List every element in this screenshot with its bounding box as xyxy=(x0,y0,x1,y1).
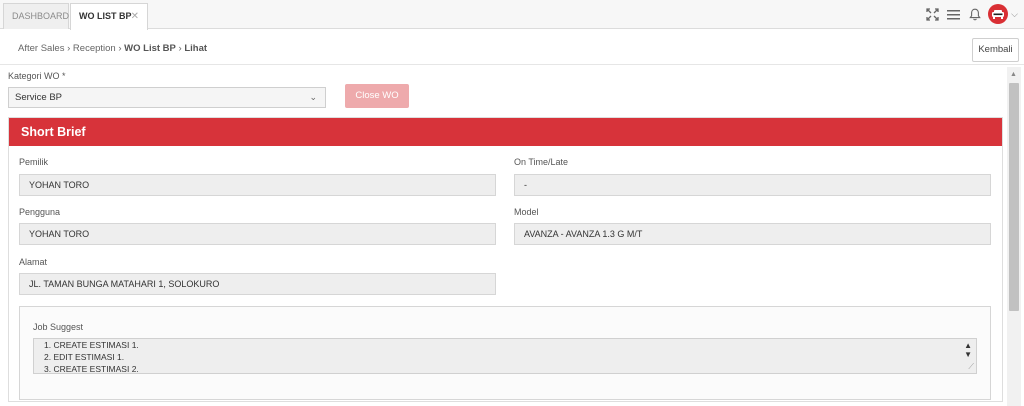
kategori-wo-value: Service BP xyxy=(15,92,62,103)
job-suggest-line: 1. CREATE ESTIMASI 1. xyxy=(44,340,139,350)
textarea-spinner-icon[interactable]: ▲ ▼ xyxy=(964,341,972,359)
kembali-button[interactable]: Kembali xyxy=(972,38,1019,62)
tab-close-icon[interactable]: ✕ xyxy=(131,4,139,29)
alamat-field: JL. TAMAN BUNGA MATAHARI 1, SOLOKURO xyxy=(19,273,496,295)
top-tab-bar: DASHBOARD WO LIST BP ✕ ⌵ xyxy=(0,0,1024,30)
panel-title: Short Brief xyxy=(9,118,1002,146)
chevron-down-icon: ⌄ xyxy=(309,92,317,102)
job-suggest-line: 3. CREATE ESTIMASI 2. xyxy=(44,364,139,374)
breadcrumb: After Sales › Reception › WO List BP › L… xyxy=(18,43,207,54)
car-avatar-icon[interactable] xyxy=(988,4,1009,24)
top-icon-group: ⌵ xyxy=(925,3,1018,25)
tab-wo-list-bp-label: WO LIST BP xyxy=(79,11,132,21)
ontime-label: On Time/Late xyxy=(514,157,569,167)
ontime-field: - xyxy=(514,174,991,196)
breadcrumb-item-wo-list-bp[interactable]: WO List BP xyxy=(124,43,176,54)
alamat-label: Alamat xyxy=(19,257,48,267)
pemilik-field: YOHAN TORO xyxy=(19,174,496,196)
breadcrumb-separator-icon: › xyxy=(118,43,122,54)
job-suggest-label: Job Suggest xyxy=(33,322,84,332)
kategori-wo-select[interactable]: Service BP ⌄ xyxy=(8,87,326,108)
tab-dashboard[interactable]: DASHBOARD xyxy=(3,3,69,29)
bell-icon[interactable] xyxy=(967,7,982,22)
chevron-down-icon[interactable]: ⌵ xyxy=(1011,9,1018,20)
pengguna-label: Pengguna xyxy=(19,207,61,217)
close-wo-button[interactable]: Close WO xyxy=(345,84,409,108)
tab-wo-list-bp[interactable]: WO LIST BP ✕ xyxy=(70,3,148,30)
breadcrumb-item-lihat: Lihat xyxy=(184,43,208,54)
breadcrumb-separator-icon: › xyxy=(178,43,182,54)
page-scrollbar[interactable]: ▲ xyxy=(1007,67,1021,406)
hamburger-menu-icon[interactable] xyxy=(946,7,961,22)
divider xyxy=(0,64,1024,65)
job-suggest-textarea[interactable]: 1. CREATE ESTIMASI 1. 2. EDIT ESTIMASI 1… xyxy=(33,338,977,374)
model-label: Model xyxy=(514,207,539,217)
job-suggest-line: 2. EDIT ESTIMASI 1. xyxy=(44,352,125,362)
pengguna-field: YOHAN TORO xyxy=(19,223,496,245)
model-field: AVANZA - AVANZA 1.3 G M/T xyxy=(514,223,991,245)
scroll-up-icon[interactable]: ▲ xyxy=(1010,71,1017,78)
pemilik-label: Pemilik xyxy=(19,157,49,167)
breadcrumb-separator-icon: › xyxy=(67,43,71,54)
breadcrumb-item-reception[interactable]: Reception xyxy=(73,43,116,54)
breadcrumb-item-after-sales[interactable]: After Sales xyxy=(18,43,64,54)
scroll-thumb[interactable] xyxy=(1009,83,1019,311)
resize-grip-icon[interactable]: ⟋ xyxy=(968,362,974,372)
tab-dashboard-label: DASHBOARD xyxy=(12,11,70,21)
fullscreen-icon[interactable] xyxy=(925,7,940,22)
kategori-wo-label: Kategori WO * xyxy=(8,71,66,81)
